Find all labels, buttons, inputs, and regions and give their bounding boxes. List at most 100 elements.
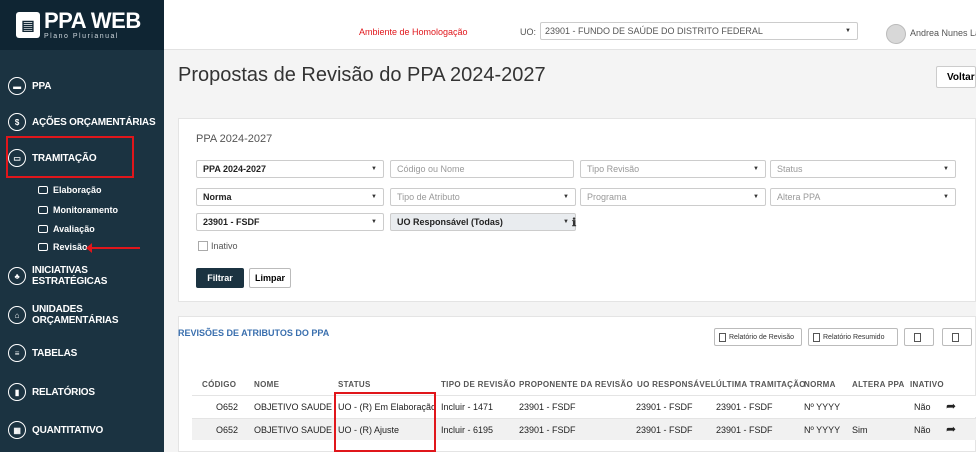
- column-header[interactable]: STATUS: [338, 380, 371, 389]
- bank-icon: ⌂: [8, 306, 26, 324]
- inbox-icon: [38, 225, 48, 233]
- subitem-avaliacao[interactable]: Avaliação: [38, 224, 95, 234]
- logo-icon: ▤: [16, 12, 40, 38]
- sidebar-item-label: PPA: [32, 80, 52, 92]
- excel-export-button[interactable]: [942, 328, 972, 346]
- clear-button[interactable]: Limpar: [249, 268, 291, 288]
- sidebar-item-tabelas[interactable]: ≡ TABELAS: [0, 341, 164, 365]
- chevron-down-icon: ▼: [943, 166, 949, 172]
- document-icon: [813, 332, 820, 342]
- chevron-down-icon: ▼: [371, 166, 377, 172]
- cell-altera-ppa: Sim: [852, 425, 868, 435]
- sidebar-item-label: AÇÕES ORÇAMENTÁRIAS: [32, 116, 156, 128]
- column-header[interactable]: ÚLTIMA TRAMITAÇÃO: [716, 380, 806, 389]
- avatar[interactable]: [886, 24, 906, 44]
- cell-nome: OBJETIVO SAUDE: [254, 402, 333, 412]
- column-header[interactable]: INATIVO: [910, 380, 944, 389]
- status-select[interactable]: Status ▼: [770, 160, 956, 178]
- cell-proponente: 23901 - FSDF: [519, 425, 576, 435]
- tipo-atributo-select[interactable]: Tipo de Atributo ▼: [390, 188, 576, 206]
- filter-button[interactable]: Filtrar: [196, 268, 244, 288]
- uo-filter-value: 23901 - FSDF: [203, 217, 260, 227]
- subitem-label: Monitoramento: [53, 205, 118, 215]
- chevron-down-icon: ▼: [371, 194, 377, 200]
- chevron-down-icon: ▼: [563, 219, 569, 225]
- chevron-down-icon: ▼: [371, 219, 377, 225]
- inbox-icon: [38, 243, 48, 251]
- cell-ultima-tramitacao: 23901 - FSDF: [716, 402, 773, 412]
- share-arrow-icon[interactable]: ➦: [946, 422, 956, 436]
- inativo-label: Inativo: [211, 241, 238, 251]
- sidebar-item-unidades-orcamentarias[interactable]: ⌂ UNIDADES ORÇAMENTÁRIAS: [0, 303, 164, 327]
- user-name[interactable]: Andrea Nunes La...: [910, 28, 976, 38]
- chevron-down-icon: ▼: [753, 194, 759, 200]
- tipo-revisao-value: Tipo Revisão: [587, 164, 640, 174]
- codigo-nome-input[interactable]: Código ou Nome: [390, 160, 574, 178]
- table-row[interactable]: O652 OBJETIVO SAUDE UO - (R) Em Elaboraç…: [192, 395, 976, 417]
- column-header[interactable]: ALTERA PPA: [852, 380, 905, 389]
- filter-panel: [178, 118, 976, 302]
- dollar-icon: $: [8, 113, 26, 131]
- sidebar-item-label: RELATÓRIOS: [32, 386, 95, 398]
- column-header[interactable]: CÓDIGO: [202, 380, 236, 389]
- subitem-revisao[interactable]: Revisão: [38, 242, 88, 252]
- relatorio-revisao-button[interactable]: Relatório de Revisão: [714, 328, 802, 346]
- share-arrow-icon[interactable]: ➦: [946, 399, 956, 413]
- environment-label: Ambiente de Homologação: [359, 27, 468, 37]
- programa-select[interactable]: Programa ▼: [580, 188, 766, 206]
- page-title: Propostas de Revisão do PPA 2024-2027: [178, 64, 546, 86]
- checkbox-box[interactable]: [198, 241, 208, 251]
- sidebar-item-acoes-orcamentarias[interactable]: $ AÇÕES ORÇAMENTÁRIAS: [0, 110, 164, 134]
- chevron-down-icon: ▼: [845, 28, 851, 34]
- back-button[interactable]: Voltar: [936, 66, 976, 88]
- sidebar-item-quantitativo[interactable]: ▦ QUANTITATIVO: [0, 418, 164, 442]
- uo-label: UO:: [520, 27, 537, 37]
- uo-select[interactable]: 23901 - FUNDO DE SAÚDE DO DISTRITO FEDER…: [540, 22, 858, 40]
- cell-proponente: 23901 - FSDF: [519, 402, 576, 412]
- info-icon[interactable]: ℹ: [572, 216, 576, 229]
- cell-ultima-tramitacao: 23901 - FSDF: [716, 425, 773, 435]
- inativo-checkbox[interactable]: Inativo: [198, 241, 238, 251]
- logo[interactable]: ▤ PPA WEB Plano Plurianual: [0, 0, 164, 50]
- programa-value: Programa: [587, 192, 627, 202]
- column-header[interactable]: NOME: [254, 380, 279, 389]
- column-header[interactable]: TIPO DE REVISÃO: [441, 380, 516, 389]
- uo-responsavel-select[interactable]: UO Responsável (Todas) ▼: [390, 213, 576, 231]
- sidebar-item-ppa[interactable]: ▬ PPA: [0, 74, 164, 98]
- logo-title: PPA WEB: [44, 8, 141, 33]
- logo-subtitle: Plano Plurianual: [44, 33, 119, 40]
- codigo-nome-placeholder: Código ou Nome: [397, 164, 465, 174]
- uo-responsavel-value: UO Responsável (Todas): [397, 217, 503, 227]
- norma-select[interactable]: Norma ▼: [196, 188, 384, 206]
- cell-inativo: Não: [914, 425, 931, 435]
- list-icon: ≡: [8, 344, 26, 362]
- excel-icon: [952, 332, 959, 342]
- sitemap-icon: ♣: [8, 267, 26, 285]
- cell-nome: OBJETIVO SAUDE: [254, 425, 333, 435]
- subitem-label: Avaliação: [53, 224, 95, 234]
- column-header[interactable]: PROPONENTE DA REVISÃO: [519, 380, 633, 389]
- sidebar-item-relatorios[interactable]: ▮ RELATÓRIOS: [0, 380, 164, 404]
- chevron-down-icon: ▼: [943, 194, 949, 200]
- altera-ppa-value: Altera PPA: [777, 192, 821, 202]
- column-header[interactable]: NORMA: [804, 380, 836, 389]
- uo-filter-select[interactable]: 23901 - FSDF ▼: [196, 213, 384, 231]
- table-row[interactable]: O652 OBJETIVO SAUDE UO - (R) Ajuste Incl…: [192, 418, 976, 440]
- book-icon: ▬: [8, 77, 26, 95]
- tipo-revisao-select[interactable]: Tipo Revisão ▼: [580, 160, 766, 178]
- sidebar-item-label: TABELAS: [32, 347, 78, 359]
- filter-panel-title: PPA 2024-2027: [196, 133, 273, 145]
- subitem-monitoramento[interactable]: Monitoramento: [38, 205, 118, 215]
- sidebar-item-iniciativas-estrategicas[interactable]: ♣ INICIATIVAS ESTRATÉGICAS: [0, 264, 164, 288]
- cell-uo-responsavel: 23901 - FSDF: [636, 425, 693, 435]
- column-header[interactable]: UO RESPONSÁVEL: [637, 380, 716, 389]
- ppa-select[interactable]: PPA 2024-2027 ▼: [196, 160, 384, 178]
- ppa-select-value: PPA 2024-2027: [203, 164, 267, 174]
- pdf-export-button[interactable]: [904, 328, 934, 346]
- subitem-elaboracao[interactable]: Elaboração: [38, 185, 102, 195]
- altera-ppa-select[interactable]: Altera PPA ▼: [770, 188, 956, 206]
- tramitacao-highlight: [6, 136, 134, 178]
- relatorio-resumido-button[interactable]: Relatório Resumido: [808, 328, 898, 346]
- subitem-label: Elaboração: [53, 185, 102, 195]
- inbox-icon: [38, 186, 48, 194]
